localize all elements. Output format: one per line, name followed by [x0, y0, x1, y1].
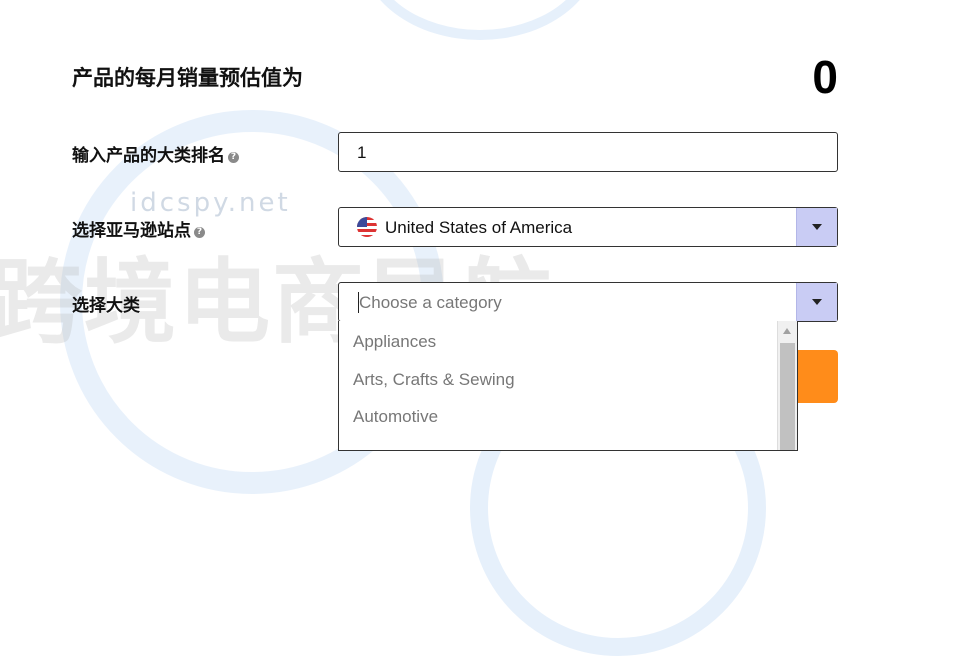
estimate-heading: 产品的每月销量预估值为 [72, 66, 303, 90]
category-placeholder: Choose a category [359, 293, 502, 312]
rank-label: 输入产品的大类排名? [72, 141, 239, 166]
rank-input[interactable]: 1 [338, 132, 838, 172]
category-option[interactable]: Arts, Crafts & Sewing [353, 370, 515, 390]
scrollbar-thumb[interactable] [780, 343, 795, 450]
rank-label-text: 输入产品的大类排名 [72, 146, 225, 166]
dropdown-scrollbar[interactable] [777, 321, 797, 450]
chevron-down-icon[interactable] [796, 208, 837, 246]
scroll-up-arrow-icon[interactable] [783, 328, 791, 334]
estimate-value: 0 [812, 51, 838, 103]
marketplace-label-text: 选择亚马逊站点 [72, 221, 191, 241]
help-icon[interactable]: ? [194, 227, 205, 238]
marketplace-label: 选择亚马逊站点? [72, 216, 205, 241]
calculate-button[interactable] [798, 350, 838, 403]
watermark-site-text: idcspy.net [130, 188, 291, 218]
chevron-down-icon[interactable] [796, 283, 837, 321]
rank-input-value: 1 [357, 143, 367, 162]
category-label: 选择大类 [72, 296, 140, 316]
category-option[interactable]: Appliances [353, 332, 436, 352]
watermark-globe-top [360, 0, 600, 40]
category-option[interactable]: Automotive [353, 407, 438, 427]
marketplace-select[interactable]: United States of America [338, 207, 838, 247]
us-flag-icon [357, 217, 377, 237]
category-dropdown-list: Appliances Arts, Crafts & Sewing Automot… [338, 321, 798, 451]
help-icon[interactable]: ? [228, 152, 239, 163]
category-select[interactable]: Choose a category [338, 282, 838, 322]
marketplace-selected-value: United States of America [385, 218, 573, 237]
